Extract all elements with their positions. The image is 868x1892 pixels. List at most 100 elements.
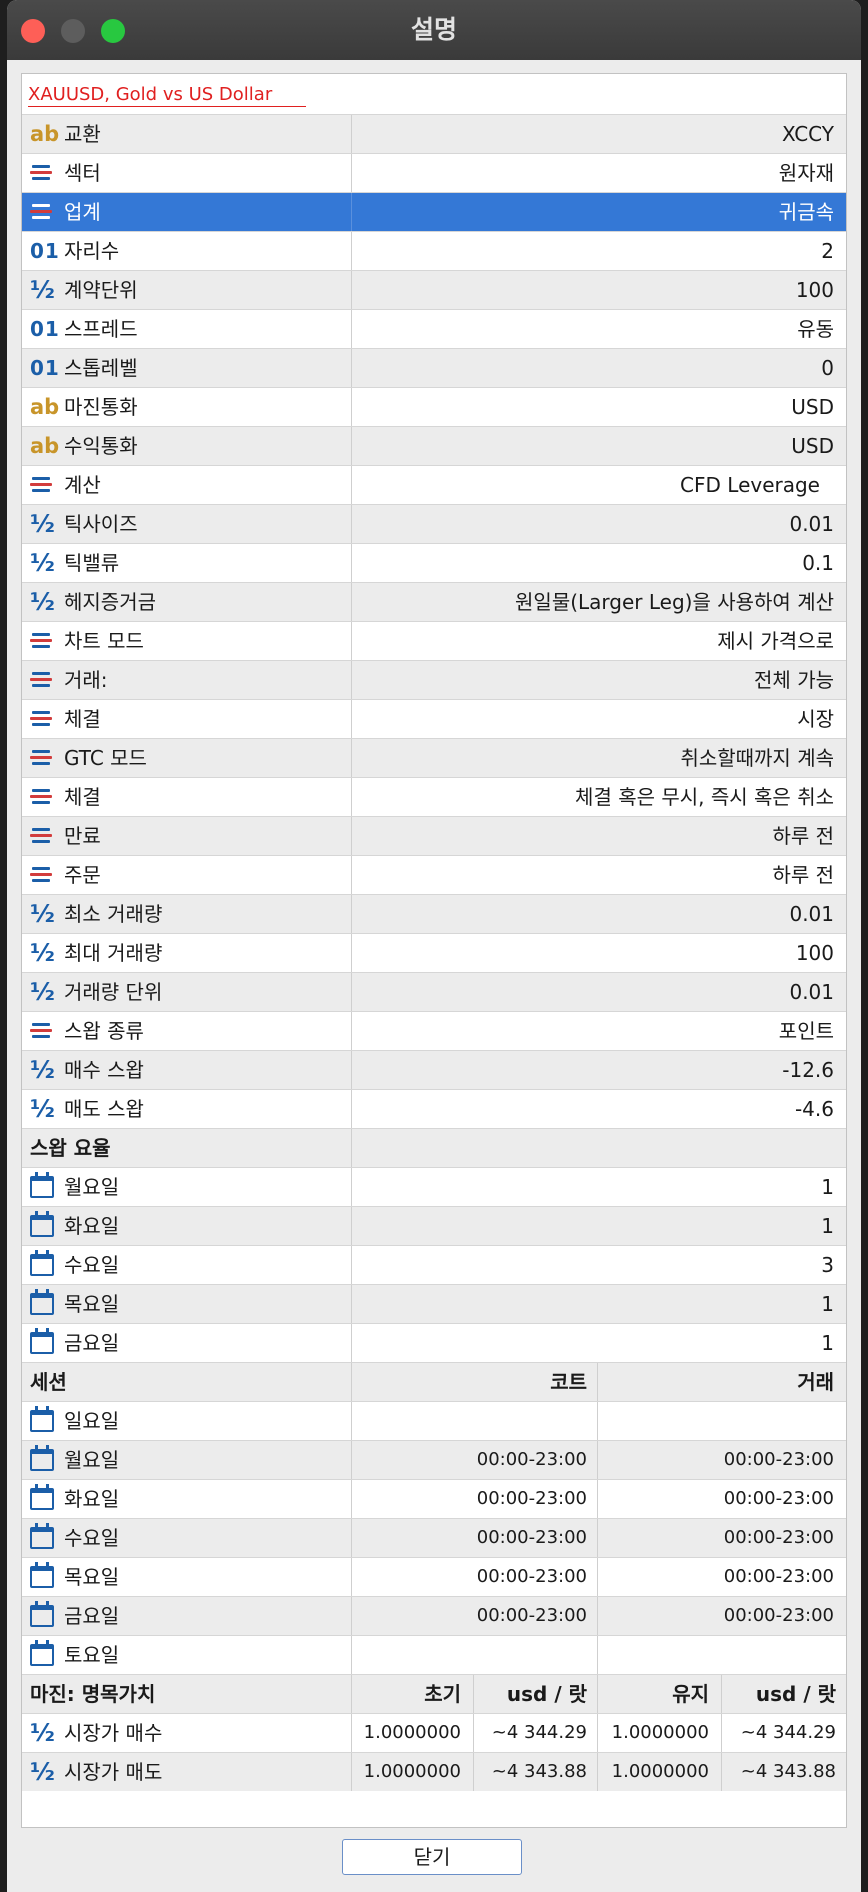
spec-value: 0 [351, 349, 846, 387]
spec-label: 매수 스왑 [64, 1058, 144, 1082]
spec-row[interactable]: 차트 모드 제시 가격으로 [22, 621, 846, 660]
session-row[interactable]: 수요일 00:00-23:00 00:00-23:00 [22, 1518, 846, 1557]
spec-row[interactable]: 01 스톱레벨 0 [22, 348, 846, 387]
swap-rate-row[interactable]: 월요일 1 [22, 1167, 846, 1206]
spec-row[interactable]: ab 마진통화 USD [22, 387, 846, 426]
spec-row[interactable]: ½ 거래량 단위 0.01 [22, 972, 846, 1011]
maintenance-usd: ~4 344.29 [721, 1714, 846, 1752]
spec-row[interactable]: ½ 최대 거래량 100 [22, 933, 846, 972]
quote-session: 00:00-23:00 [351, 1441, 597, 1479]
spec-value: 유동 [351, 310, 846, 348]
session-row[interactable]: 목요일 00:00-23:00 00:00-23:00 [22, 1557, 846, 1596]
spec-row[interactable]: ½ 틱사이즈 0.01 [22, 504, 846, 543]
spec-row[interactable]: 거래: 전체 가능 [22, 660, 846, 699]
spec-row[interactable]: 체결 체결 혹은 무시, 즉시 혹은 취소 [22, 777, 846, 816]
spec-value: 취소할때까지 계속 [351, 739, 846, 777]
column-header-quote: 코트 [351, 1363, 597, 1401]
spec-row[interactable]: ½ 최소 거래량 0.01 [22, 894, 846, 933]
spec-label: 주문 [64, 863, 101, 887]
day-label: 수요일 [64, 1526, 120, 1550]
swap-rate-row[interactable]: 화요일 1 [22, 1206, 846, 1245]
trade-session: 00:00-23:00 [597, 1597, 846, 1635]
trade-session: 00:00-23:00 [597, 1441, 846, 1479]
spec-value: 하루 전 [351, 817, 846, 855]
day-label: 일요일 [64, 1409, 120, 1433]
spec-row[interactable]: 스왑 종류 포인트 [22, 1011, 846, 1050]
symbol-link[interactable]: XAUUSD, Gold vs US Dollar [28, 84, 307, 107]
close-button[interactable]: 닫기 [342, 1839, 522, 1875]
spec-value: USD [351, 388, 846, 426]
spec-row[interactable]: ½ 틱밸류 0.1 [22, 543, 846, 582]
spec-value: 하루 전 [351, 856, 846, 894]
section-title: 마진: 명목가치 [30, 1682, 156, 1706]
day-label: 화요일 [64, 1214, 120, 1238]
spec-label: 틱밸류 [64, 551, 120, 575]
spec-label: 최대 거래량 [64, 941, 163, 965]
spec-value: 원자재 [351, 154, 846, 192]
spec-row[interactable]: ab 교환 XCCY [22, 114, 846, 153]
spec-value: USD [351, 427, 846, 465]
swap-rate-row[interactable]: 수요일 3 [22, 1245, 846, 1284]
session-row[interactable]: 토요일 [22, 1635, 846, 1674]
spec-row[interactable]: 만료 하루 전 [22, 816, 846, 855]
spec-row[interactable]: 01 스프레드 유동 [22, 309, 846, 348]
spec-label: 만료 [64, 824, 101, 848]
swap-rate-row[interactable]: 목요일 1 [22, 1284, 846, 1323]
margin-label: 시장가 매도 [64, 1760, 163, 1784]
column-header-initial: 초기 [351, 1675, 473, 1713]
spec-label: 스왑 종류 [64, 1019, 144, 1043]
spec-row[interactable]: ½ 매도 스왑 -4.6 [22, 1089, 846, 1128]
spec-row[interactable]: ½ 헤지증거금 원일물(Larger Leg)을 사용하여 계산 [22, 582, 846, 621]
margin-row[interactable]: ½ 시장가 매수 1.0000000 ~4 344.29 1.0000000 ~4 344… [22, 1713, 846, 1752]
spec-label: 업계 [64, 200, 101, 224]
spec-row[interactable]: 체결 시장 [22, 699, 846, 738]
sessions-header[interactable]: 세션 코트 거래 [22, 1362, 846, 1401]
quote-session: 00:00-23:00 [351, 1480, 597, 1518]
session-row[interactable]: 월요일 00:00-23:00 00:00-23:00 [22, 1440, 846, 1479]
trade-session: 00:00-23:00 [597, 1480, 846, 1518]
column-header-trade: 거래 [597, 1363, 846, 1401]
spec-value: CFD Leverage [351, 466, 846, 504]
spec-label: 거래량 단위 [64, 980, 163, 1004]
spec-value: XCCY [351, 115, 846, 153]
margin-row[interactable]: ½ 시장가 매도 1.0000000 ~4 343.88 1.0000000 ~4 343… [22, 1752, 846, 1791]
day-label: 목요일 [64, 1292, 120, 1316]
spec-label: 매도 스왑 [64, 1097, 144, 1121]
spec-value: 0.01 [351, 973, 846, 1011]
spec-label: 체결 [64, 707, 101, 731]
spec-value: 2 [351, 232, 846, 270]
session-row[interactable]: 일요일 [22, 1401, 846, 1440]
session-row[interactable]: 금요일 00:00-23:00 00:00-23:00 [22, 1596, 846, 1635]
spec-row[interactable]: 01 자리수 2 [22, 231, 846, 270]
spec-value: 0.01 [351, 895, 846, 933]
spec-value: 포인트 [351, 1012, 846, 1050]
quote-session [351, 1636, 597, 1674]
spec-value: 귀금속 [351, 193, 846, 231]
spec-value: -12.6 [351, 1051, 846, 1089]
spec-label: 헤지증거금 [64, 590, 156, 614]
day-label: 목요일 [64, 1565, 120, 1589]
spec-panel[interactable]: XAUUSD, Gold vs US Dollar ab 교환 XCCY 섹터 원자재 업… [21, 73, 847, 1828]
symbol-spec-window: 설명 XAUUSD, Gold vs US Dollar ab 교환 XCCY 섹터 원… [7, 0, 861, 1892]
spec-row[interactable]: ½ 매수 스왑 -12.6 [22, 1050, 846, 1089]
empty-cell [351, 1129, 846, 1167]
spec-value: 전체 가능 [351, 661, 846, 699]
spec-label: 거래: [64, 668, 108, 692]
spec-label: 틱사이즈 [64, 512, 138, 536]
initial-usd: ~4 343.88 [473, 1753, 597, 1791]
swap-rate-value: 1 [351, 1324, 846, 1362]
spec-row[interactable]: ½ 계약단위 100 [22, 270, 846, 309]
spec-row[interactable]: ab 수익통화 USD [22, 426, 846, 465]
spec-row[interactable]: 섹터 원자재 [22, 153, 846, 192]
spec-row[interactable]: 계산 CFD Leverage [22, 465, 846, 504]
swap-rate-row[interactable]: 금요일 1 [22, 1323, 846, 1362]
spec-row[interactable]: 주문 하루 전 [22, 855, 846, 894]
session-row[interactable]: 화요일 00:00-23:00 00:00-23:00 [22, 1479, 846, 1518]
swap-rates-header[interactable]: 스왑 요율 [22, 1128, 846, 1167]
spec-label: 섹터 [64, 161, 101, 185]
spec-row[interactable]: GTC 모드 취소할때까지 계속 [22, 738, 846, 777]
spec-label: 수익통화 [64, 434, 138, 458]
margin-header[interactable]: 마진: 명목가치 초기 usd / 랏 유지 usd / 랏 [22, 1674, 846, 1713]
spec-value: 시장 [351, 700, 846, 738]
spec-row[interactable]: 업계 귀금속 [22, 192, 846, 231]
